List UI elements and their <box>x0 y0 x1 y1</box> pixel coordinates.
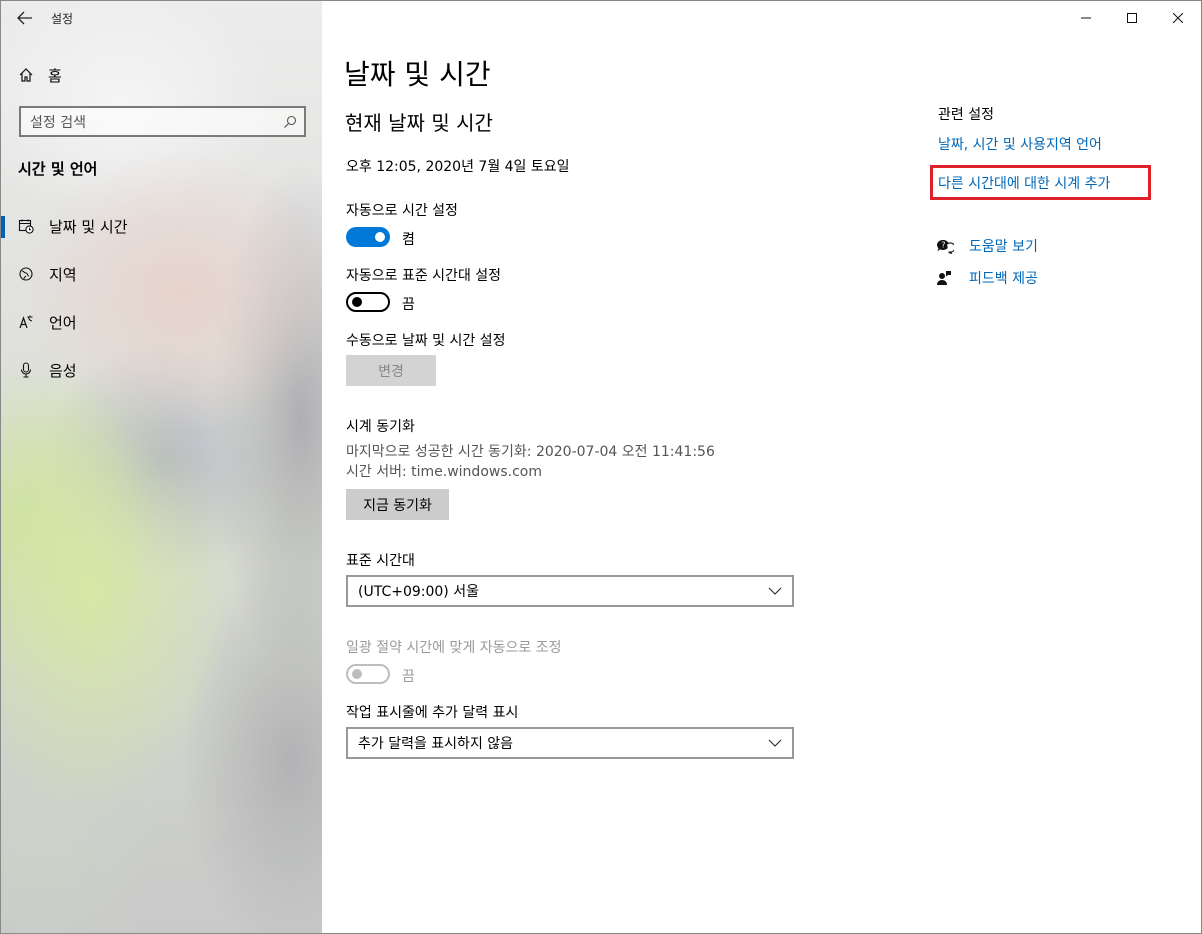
nav-list: 날짜 및 시간 지역 언어 음성 <box>1 202 322 394</box>
feedback-label: 피드백 제공 <box>969 271 1038 287</box>
dst-toggle[interactable] <box>346 664 390 684</box>
sidebar-item-label: 음성 <box>49 361 77 380</box>
maximize-icon <box>1127 13 1137 23</box>
back-button[interactable] <box>1 1 49 35</box>
language-icon <box>18 314 49 330</box>
nav-home[interactable]: 홈 <box>1 57 322 93</box>
sidebar: 설정 홈 설정 검색 시간 및 언어 날짜 및 시간 지역 언어 음성 <box>1 1 322 933</box>
calendar-value: 추가 달력을 표시하지 않음 <box>358 736 514 752</box>
main-content: 날짜 및 시간 현재 날짜 및 시간 오후 12:05, 2020년 7월 4일… <box>322 1 1201 933</box>
sidebar-item-date-time[interactable]: 날짜 및 시간 <box>1 202 322 250</box>
timezone-label: 표준 시간대 <box>346 553 415 569</box>
settings-window: 설정 홈 설정 검색 시간 및 언어 날짜 및 시간 지역 언어 음성 날짜 및… <box>0 0 1202 934</box>
auto-time-state: 켬 <box>402 232 415 248</box>
sidebar-item-label: 언어 <box>49 313 77 332</box>
search-input[interactable]: 설정 검색 <box>19 106 306 137</box>
auto-timezone-label: 자동으로 표준 시간대 설정 <box>346 268 502 284</box>
titlebar: 설정 <box>1 1 322 35</box>
related-settings-title: 관련 설정 <box>938 107 994 123</box>
section-title: 시간 및 언어 <box>18 160 98 178</box>
sidebar-item-region[interactable]: 지역 <box>1 250 322 298</box>
sidebar-item-label: 날짜 및 시간 <box>49 217 128 236</box>
back-arrow-icon <box>17 11 32 25</box>
sidebar-item-label: 지역 <box>49 265 77 284</box>
manual-time-label: 수동으로 날짜 및 시간 설정 <box>346 333 506 349</box>
section-heading: 현재 날짜 및 시간 <box>345 111 493 135</box>
region-language-link[interactable]: 날짜, 시간 및 사용지역 언어 <box>938 134 1110 154</box>
home-icon <box>18 67 48 83</box>
calendar-label: 작업 표시줄에 추가 달력 표시 <box>346 705 519 721</box>
timezone-value: (UTC+09:00) 서울 <box>358 584 479 600</box>
change-button[interactable]: 변경 <box>346 355 436 386</box>
globe-icon <box>18 266 49 282</box>
close-icon <box>1173 13 1183 23</box>
chevron-down-icon <box>758 587 792 595</box>
dst-state: 끔 <box>402 669 415 685</box>
svg-text:?: ? <box>941 241 945 250</box>
calendar-clock-icon <box>18 218 49 234</box>
minimize-button[interactable] <box>1063 1 1109 35</box>
nav-home-label: 홈 <box>48 66 62 85</box>
sync-now-button[interactable]: 지금 동기화 <box>346 489 449 520</box>
chevron-down-icon <box>758 739 792 747</box>
auto-timezone-state: 끔 <box>402 297 415 313</box>
auto-time-label: 자동으로 시간 설정 <box>346 203 458 219</box>
sidebar-item-language[interactable]: 언어 <box>1 298 322 346</box>
clock-sync-title: 시계 동기화 <box>346 419 415 435</box>
minimize-icon <box>1081 17 1091 19</box>
maximize-button[interactable] <box>1109 1 1155 35</box>
highlight-box <box>930 165 1151 200</box>
search-icon[interactable] <box>276 115 304 129</box>
help-label: 도움말 보기 <box>969 239 1038 255</box>
page-title: 날짜 및 시간 <box>344 58 491 91</box>
dst-label: 일광 절약 시간에 맞게 자동으로 조정 <box>346 640 562 656</box>
app-title: 설정 <box>51 11 74 26</box>
window-controls <box>1063 1 1201 35</box>
feedback-link[interactable]: 피드백 제공 <box>936 268 1038 288</box>
close-button[interactable] <box>1155 1 1201 35</box>
sidebar-item-speech[interactable]: 음성 <box>1 346 322 394</box>
timezone-dropdown[interactable]: (UTC+09:00) 서울 <box>346 575 794 607</box>
auto-timezone-toggle[interactable] <box>346 292 390 312</box>
auto-time-toggle[interactable] <box>346 227 390 247</box>
help-link[interactable]: ? 도움말 보기 <box>936 236 1038 256</box>
calendar-dropdown[interactable]: 추가 달력을 표시하지 않음 <box>346 727 794 759</box>
last-sync-text: 마지막으로 성공한 시간 동기화: 2020-07-04 오전 11:41:56 <box>346 444 715 460</box>
feedback-person-icon <box>936 270 969 286</box>
search-placeholder: 설정 검색 <box>30 114 86 131</box>
time-server-text: 시간 서버: time.windows.com <box>346 464 542 480</box>
microphone-icon <box>18 362 49 378</box>
help-chat-icon: ? <box>936 238 969 254</box>
current-datetime: 오후 12:05, 2020년 7월 4일 토요일 <box>346 159 570 175</box>
